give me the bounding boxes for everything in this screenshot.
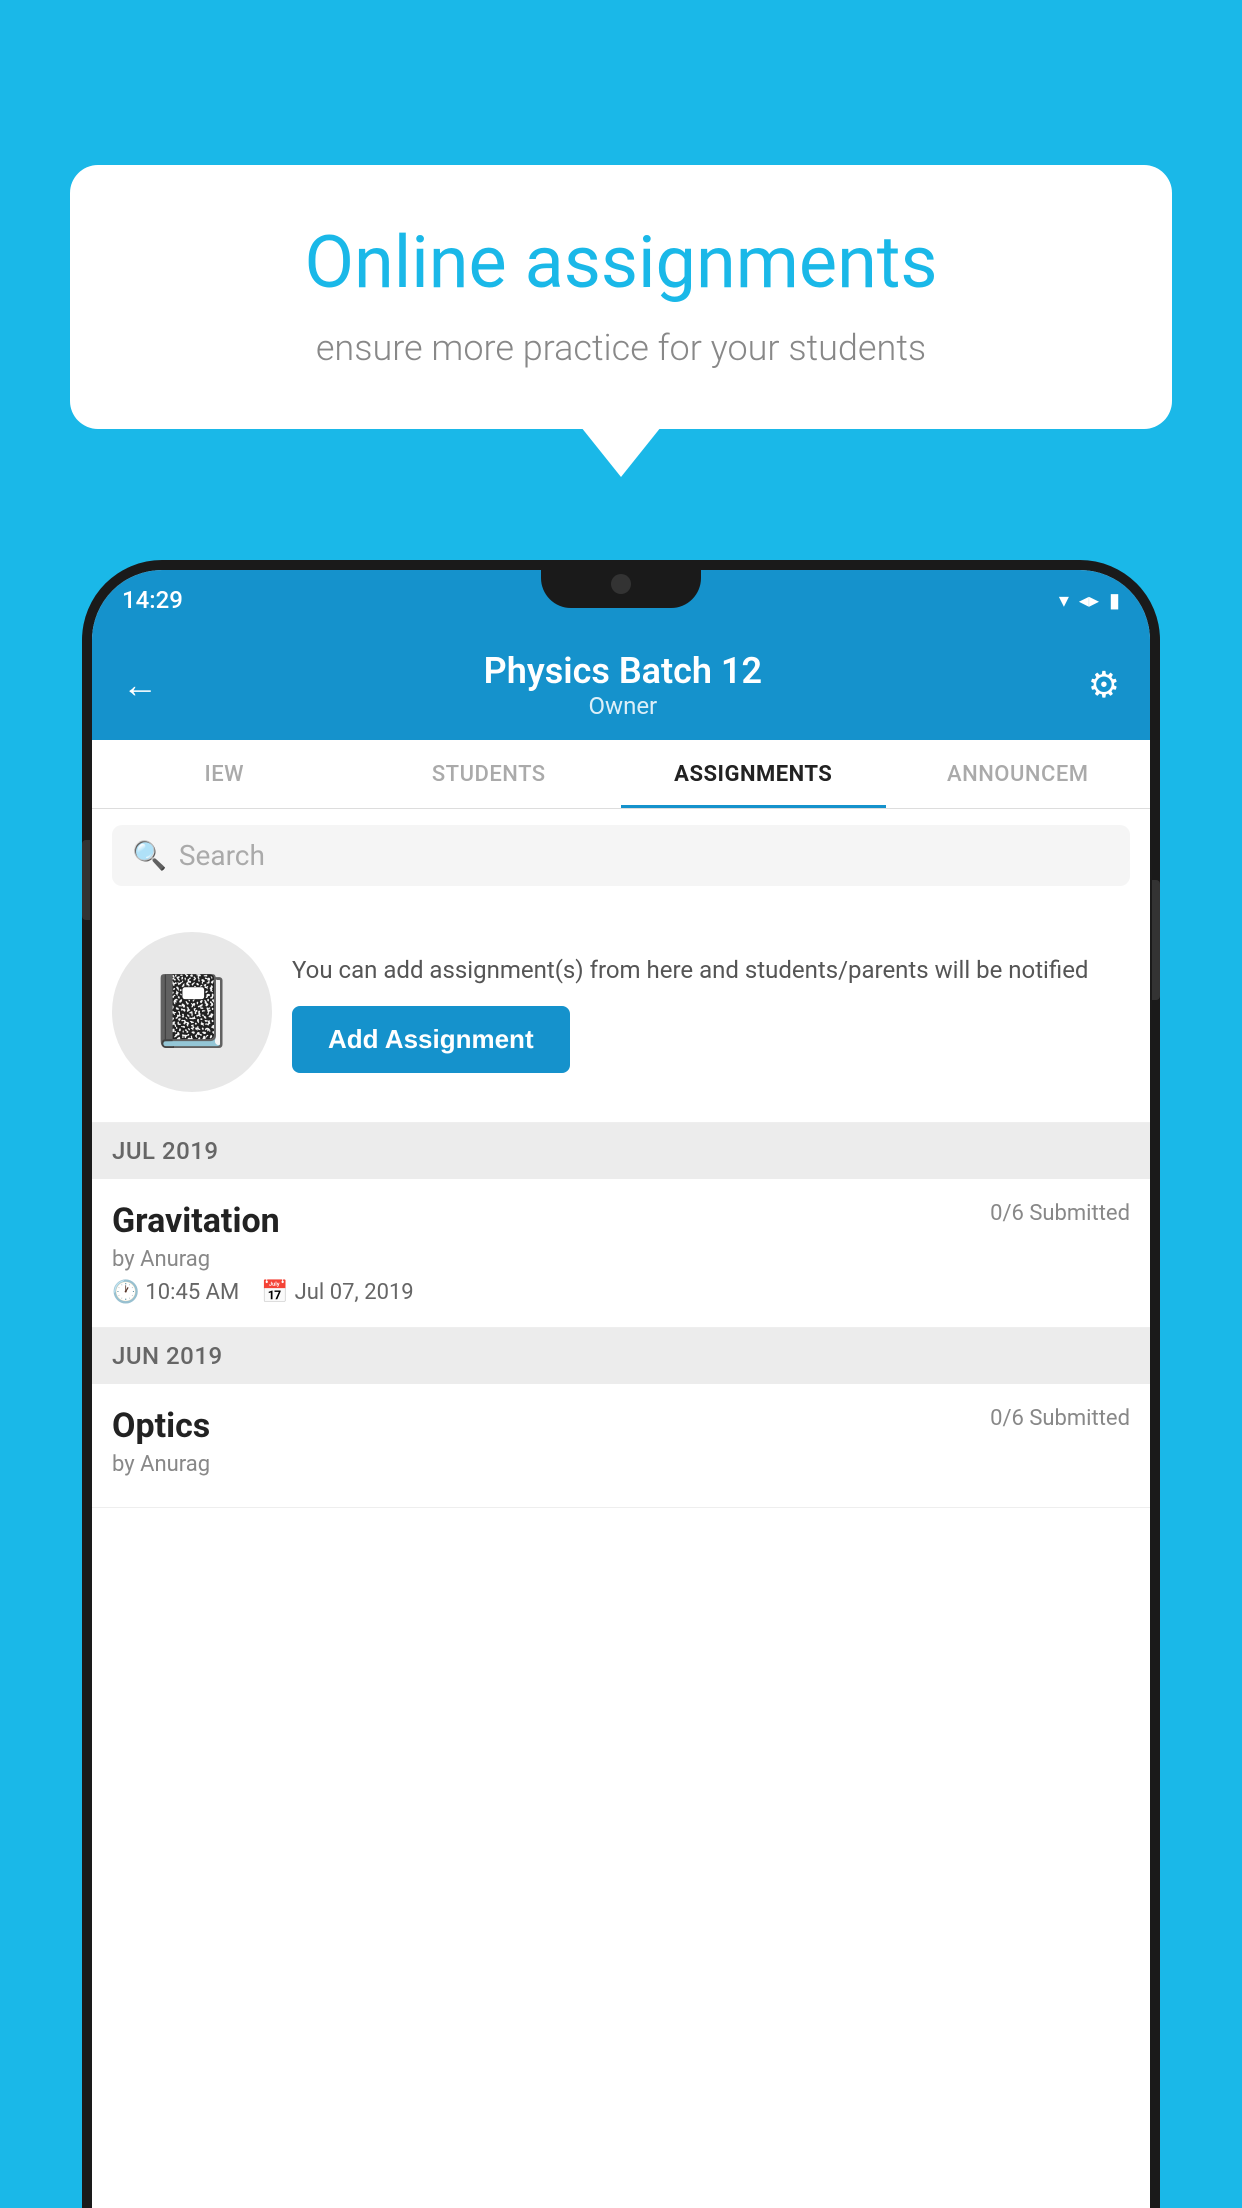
meta-date: 📅 Jul 07, 2019	[261, 1280, 413, 1305]
assignment-top-row-optics: Optics 0/6 Submitted	[112, 1406, 1130, 1446]
header-subtitle: Owner	[484, 692, 762, 720]
tab-announcements[interactable]: ANNOUNCEM	[886, 740, 1151, 808]
notebook-icon: 📓	[148, 971, 235, 1053]
assignment-author-optics: by Anurag	[112, 1452, 1130, 1477]
app-header: ← Physics Batch 12 Owner ⚙	[92, 630, 1150, 740]
promo-text: You can add assignment(s) from here and …	[292, 952, 1130, 988]
bubble-subtitle: ensure more practice for your students	[130, 327, 1112, 369]
assignment-submitted-optics: 0/6 Submitted	[990, 1406, 1130, 1431]
search-bar[interactable]: 🔍 Search	[112, 825, 1130, 886]
clock-icon: 🕐	[112, 1280, 139, 1305]
tab-assignments[interactable]: ASSIGNMENTS	[621, 740, 886, 808]
assignment-author: by Anurag	[112, 1247, 1130, 1272]
calendar-icon: 📅	[261, 1280, 288, 1305]
promo-content: You can add assignment(s) from here and …	[292, 952, 1130, 1073]
date-value: Jul 07, 2019	[295, 1280, 414, 1305]
tab-students[interactable]: STUDENTS	[357, 740, 622, 808]
phone-notch	[541, 560, 701, 608]
battery-icon: ▮	[1109, 588, 1120, 612]
search-placeholder: Search	[179, 839, 265, 872]
add-assignment-button[interactable]: Add Assignment	[292, 1006, 570, 1073]
time-value: 10:45 AM	[145, 1280, 239, 1305]
assignment-name: Gravitation	[112, 1201, 280, 1241]
assignment-item-gravitation[interactable]: Gravitation 0/6 Submitted by Anurag 🕐 10…	[92, 1179, 1150, 1328]
status-icons: ▾ ◂▸ ▮	[1059, 588, 1120, 612]
camera	[611, 574, 631, 594]
assignment-submitted: 0/6 Submitted	[990, 1201, 1130, 1226]
header-title: Physics Batch 12	[484, 650, 762, 692]
search-container: 🔍 Search	[92, 809, 1150, 902]
search-icon: 🔍	[132, 839, 167, 872]
speech-bubble: Online assignments ensure more practice …	[70, 165, 1172, 429]
assignment-top-row: Gravitation 0/6 Submitted	[112, 1201, 1130, 1241]
signal-icon: ◂▸	[1079, 588, 1099, 612]
phone-frame: 14:29 ▾ ◂▸ ▮ ← Physics Batch 12 Owner ⚙ …	[82, 560, 1160, 2208]
phone-screen: 14:29 ▾ ◂▸ ▮ ← Physics Batch 12 Owner ⚙ …	[92, 570, 1150, 2208]
promo-icon-circle: 📓	[112, 932, 272, 1092]
assignment-name-optics: Optics	[112, 1406, 210, 1446]
back-button[interactable]: ←	[122, 664, 158, 706]
settings-icon[interactable]: ⚙	[1088, 664, 1120, 706]
assignment-item-optics[interactable]: Optics 0/6 Submitted by Anurag	[92, 1384, 1150, 1508]
power-button	[1152, 880, 1160, 1000]
bubble-title: Online assignments	[130, 220, 1112, 305]
tabs-bar: IEW STUDENTS ASSIGNMENTS ANNOUNCEM	[92, 740, 1150, 809]
meta-time: 🕐 10:45 AM	[112, 1280, 239, 1305]
wifi-icon: ▾	[1059, 588, 1069, 612]
header-center: Physics Batch 12 Owner	[484, 650, 762, 720]
volume-button	[82, 840, 90, 920]
assignment-meta: 🕐 10:45 AM 📅 Jul 07, 2019	[112, 1280, 1130, 1305]
month-header-jun: JUN 2019	[92, 1328, 1150, 1384]
month-header-jul: JUL 2019	[92, 1123, 1150, 1179]
tab-iew[interactable]: IEW	[92, 740, 357, 808]
status-time: 14:29	[122, 586, 183, 614]
promo-section: 📓 You can add assignment(s) from here an…	[92, 902, 1150, 1123]
